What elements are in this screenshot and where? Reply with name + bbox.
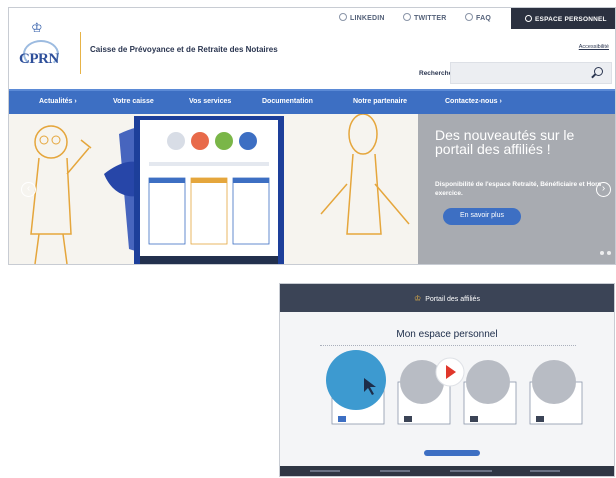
cprn-logo[interactable]: ♔ CPRN (13, 18, 77, 80)
hero-illustration (30, 114, 410, 264)
portal-screenshot: ♔ Portail des affiliés Mon espace personn… (279, 283, 615, 477)
nav-item-contactez-nous[interactable]: Contactez-nous › (445, 98, 502, 105)
top-bar: LINKEDIN TWITTER FAQ ESPACE PERSONNEL (9, 8, 615, 29)
footer-link[interactable] (310, 470, 340, 472)
portal-header: ♔ Portail des affiliés (280, 284, 614, 312)
accessibility-link[interactable]: Accessibilité (579, 44, 609, 50)
footer-link[interactable] (530, 470, 560, 472)
linkedin-icon (339, 13, 347, 21)
nav-item-actualites[interactable]: Actualités › (39, 98, 77, 105)
espace-personnel-button[interactable]: ESPACE PERSONNEL (511, 8, 615, 29)
faq-icon (465, 13, 473, 21)
portal-title: Mon espace personnel (396, 329, 498, 340)
nav-item-vos-services[interactable]: Vos services (189, 98, 231, 105)
en-savoir-plus-button[interactable]: En savoir plus (443, 208, 521, 225)
linkedin-link[interactable]: LINKEDIN (339, 13, 385, 22)
site-title: Caisse de Prévoyance et de Retraite des … (90, 45, 278, 54)
portal-cards (326, 350, 583, 425)
header-divider (80, 32, 81, 74)
carousel-dots (597, 242, 611, 260)
search-input[interactable] (450, 62, 612, 84)
faq-link[interactable]: FAQ (465, 13, 491, 22)
twitter-icon (403, 13, 411, 21)
search-label: Recherche (419, 70, 453, 77)
crown-icon: ♔ (31, 20, 43, 35)
portal-footer (280, 466, 614, 476)
carousel-dot[interactable] (600, 251, 604, 255)
portal-cta-button[interactable] (424, 450, 480, 456)
hero-heading: Des nouveautés sur le portail des affili… (435, 127, 575, 157)
nav-item-documentation[interactable]: Documentation (262, 98, 313, 105)
portal-logo-icon: ♔ (414, 294, 422, 303)
hero-text: Disponibilité de l'espace Retraité, Béné… (435, 181, 602, 197)
hero-carousel: Des nouveautés sur le portail des affili… (9, 114, 615, 264)
carousel-dot[interactable] (607, 251, 611, 255)
website-screenshot: LINKEDIN TWITTER FAQ ESPACE PERSONNEL ♔ … (8, 7, 616, 265)
nav-item-votre-caisse[interactable]: Votre caisse (113, 98, 154, 105)
portal-header-title: Portail des affiliés (425, 296, 480, 303)
carousel-prev-button[interactable]: ‹ (21, 182, 36, 197)
carousel-next-button[interactable]: › (596, 182, 611, 197)
user-icon (525, 15, 532, 22)
logo-text: CPRN (19, 51, 59, 67)
main-navigation: Actualités › Votre caisse Vos services D… (9, 89, 615, 114)
footer-link[interactable] (380, 470, 410, 472)
nav-item-notre-partenaire[interactable]: Notre partenaire (353, 98, 407, 105)
footer-link[interactable] (450, 470, 492, 472)
search-icon[interactable] (594, 67, 603, 76)
twitter-link[interactable]: TWITTER (403, 13, 447, 22)
